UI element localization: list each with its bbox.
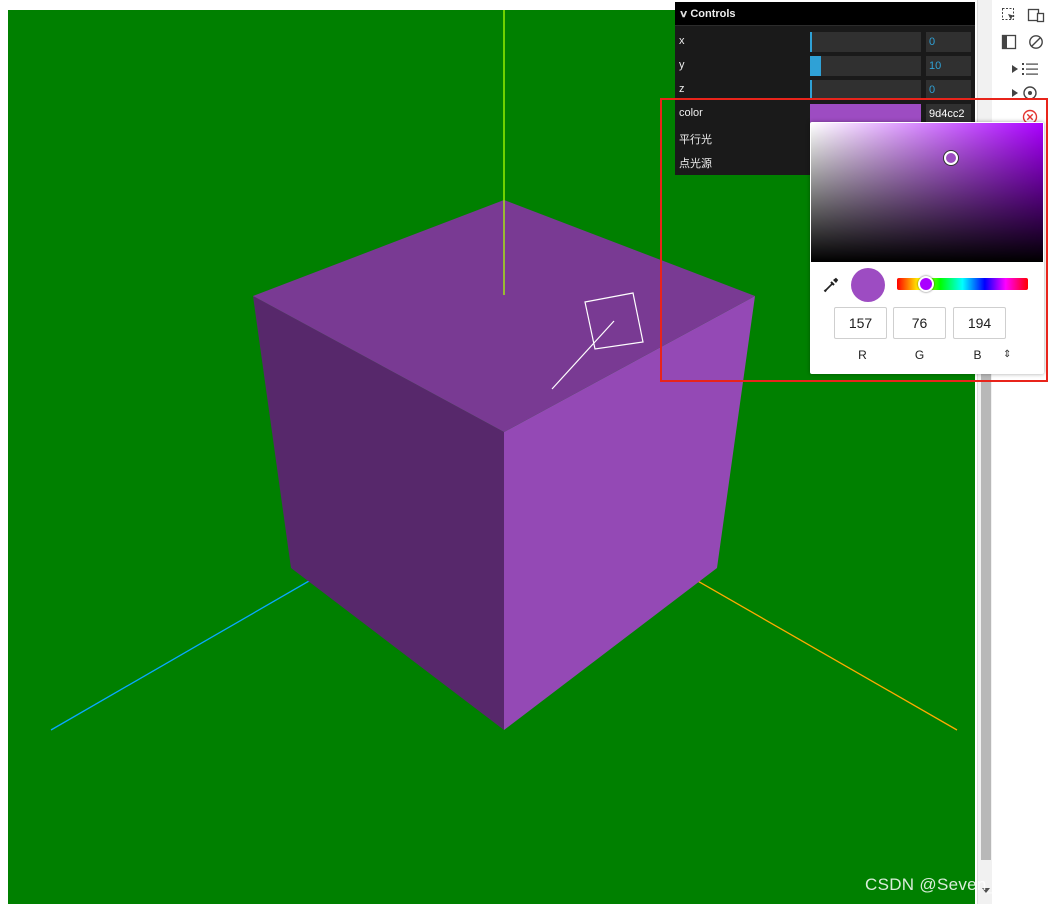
y-number-input[interactable]: 10 bbox=[926, 56, 971, 76]
list-icon[interactable] bbox=[1019, 58, 1041, 80]
device-toggle-icon[interactable] bbox=[1025, 4, 1047, 26]
controls-title: Controls bbox=[690, 8, 736, 20]
screenshot-root: ∨ Controls x 0 y 10 z 0 color 9d4cc2 平行光 … bbox=[0, 0, 1050, 904]
control-label-z: z bbox=[679, 83, 685, 95]
z-slider-fill bbox=[810, 80, 812, 100]
chevron-down-icon: ∨ bbox=[678, 9, 689, 20]
controls-title-bar[interactable]: ∨ Controls bbox=[675, 2, 975, 26]
clear-console-icon[interactable] bbox=[1025, 31, 1047, 53]
y-slider-fill bbox=[810, 56, 821, 76]
control-row-y: y 10 bbox=[675, 54, 975, 78]
control-label-y: y bbox=[679, 59, 685, 71]
x-slider[interactable] bbox=[810, 32, 921, 52]
z-slider[interactable] bbox=[810, 80, 921, 100]
y-slider[interactable] bbox=[810, 56, 921, 76]
x-number-input[interactable]: 0 bbox=[926, 32, 971, 52]
control-label-x: x bbox=[679, 35, 685, 47]
inspect-element-icon[interactable] bbox=[998, 4, 1020, 26]
z-number-input[interactable]: 0 bbox=[926, 80, 971, 100]
dock-side-icon[interactable] bbox=[998, 31, 1020, 53]
x-slider-fill bbox=[810, 32, 812, 52]
annotation-highlight-box bbox=[660, 98, 1048, 382]
scrollbar-thumb[interactable] bbox=[981, 340, 991, 860]
watermark: CSDN @Seven_Ting bbox=[865, 875, 1031, 894]
control-row-x: x 0 bbox=[675, 30, 975, 54]
